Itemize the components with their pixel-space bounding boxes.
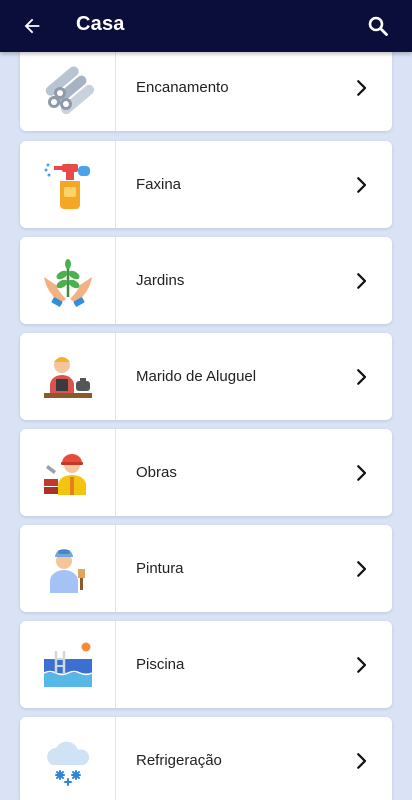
chevron-right-icon	[342, 717, 382, 800]
handyman-icon	[43, 356, 92, 398]
category-thumbnail	[20, 44, 116, 131]
category-label: Piscina	[136, 656, 185, 673]
category-label: Obras	[136, 464, 177, 481]
spray-bottle-icon	[44, 163, 90, 209]
category-label: Encanamento	[136, 79, 229, 96]
category-label: Jardins	[136, 272, 185, 289]
painter-icon	[49, 548, 85, 593]
category-item-encanamento[interactable]: Encanamento	[20, 44, 392, 131]
search-icon	[368, 16, 388, 36]
pool-icon	[43, 642, 92, 687]
category-item-refrigeracao[interactable]: Refrigeração	[20, 717, 392, 800]
category-thumbnail	[20, 141, 116, 228]
search-button[interactable]	[364, 12, 392, 40]
category-item-obras[interactable]: Obras	[20, 429, 392, 516]
pipes-icon	[45, 65, 94, 114]
category-item-faxina[interactable]: Faxina	[20, 141, 392, 228]
back-button[interactable]	[18, 12, 46, 40]
category-label: Refrigeração	[136, 752, 222, 769]
chevron-right-icon	[342, 237, 382, 324]
category-thumbnail	[20, 237, 116, 324]
app-bar: Casa	[0, 0, 412, 52]
category-thumbnail	[20, 621, 116, 708]
plant-hands-icon	[43, 258, 92, 307]
chevron-right-icon	[342, 333, 382, 420]
chevron-right-icon	[342, 525, 382, 612]
chevron-right-icon	[342, 44, 382, 131]
category-thumbnail	[20, 429, 116, 516]
snow-cloud-icon	[46, 741, 89, 786]
category-item-piscina[interactable]: Piscina	[20, 621, 392, 708]
category-item-jardins[interactable]: Jardins	[20, 237, 392, 324]
category-label: Marido de Aluguel	[136, 368, 257, 385]
category-thumbnail	[20, 525, 116, 612]
category-label: Faxina	[136, 176, 182, 193]
arrow-left-icon	[24, 18, 40, 34]
chevron-right-icon	[342, 429, 382, 516]
category-item-pintura[interactable]: Pintura	[20, 525, 392, 612]
category-label: Pintura	[136, 560, 184, 577]
category-thumbnail	[20, 717, 116, 800]
category-thumbnail	[20, 333, 116, 420]
category-item-marido-de-aluguel[interactable]: Marido de Aluguel	[20, 333, 392, 420]
construction-worker-icon	[43, 453, 86, 495]
page-title: Casa	[76, 13, 125, 35]
chevron-right-icon	[342, 621, 382, 708]
chevron-right-icon	[342, 141, 382, 228]
